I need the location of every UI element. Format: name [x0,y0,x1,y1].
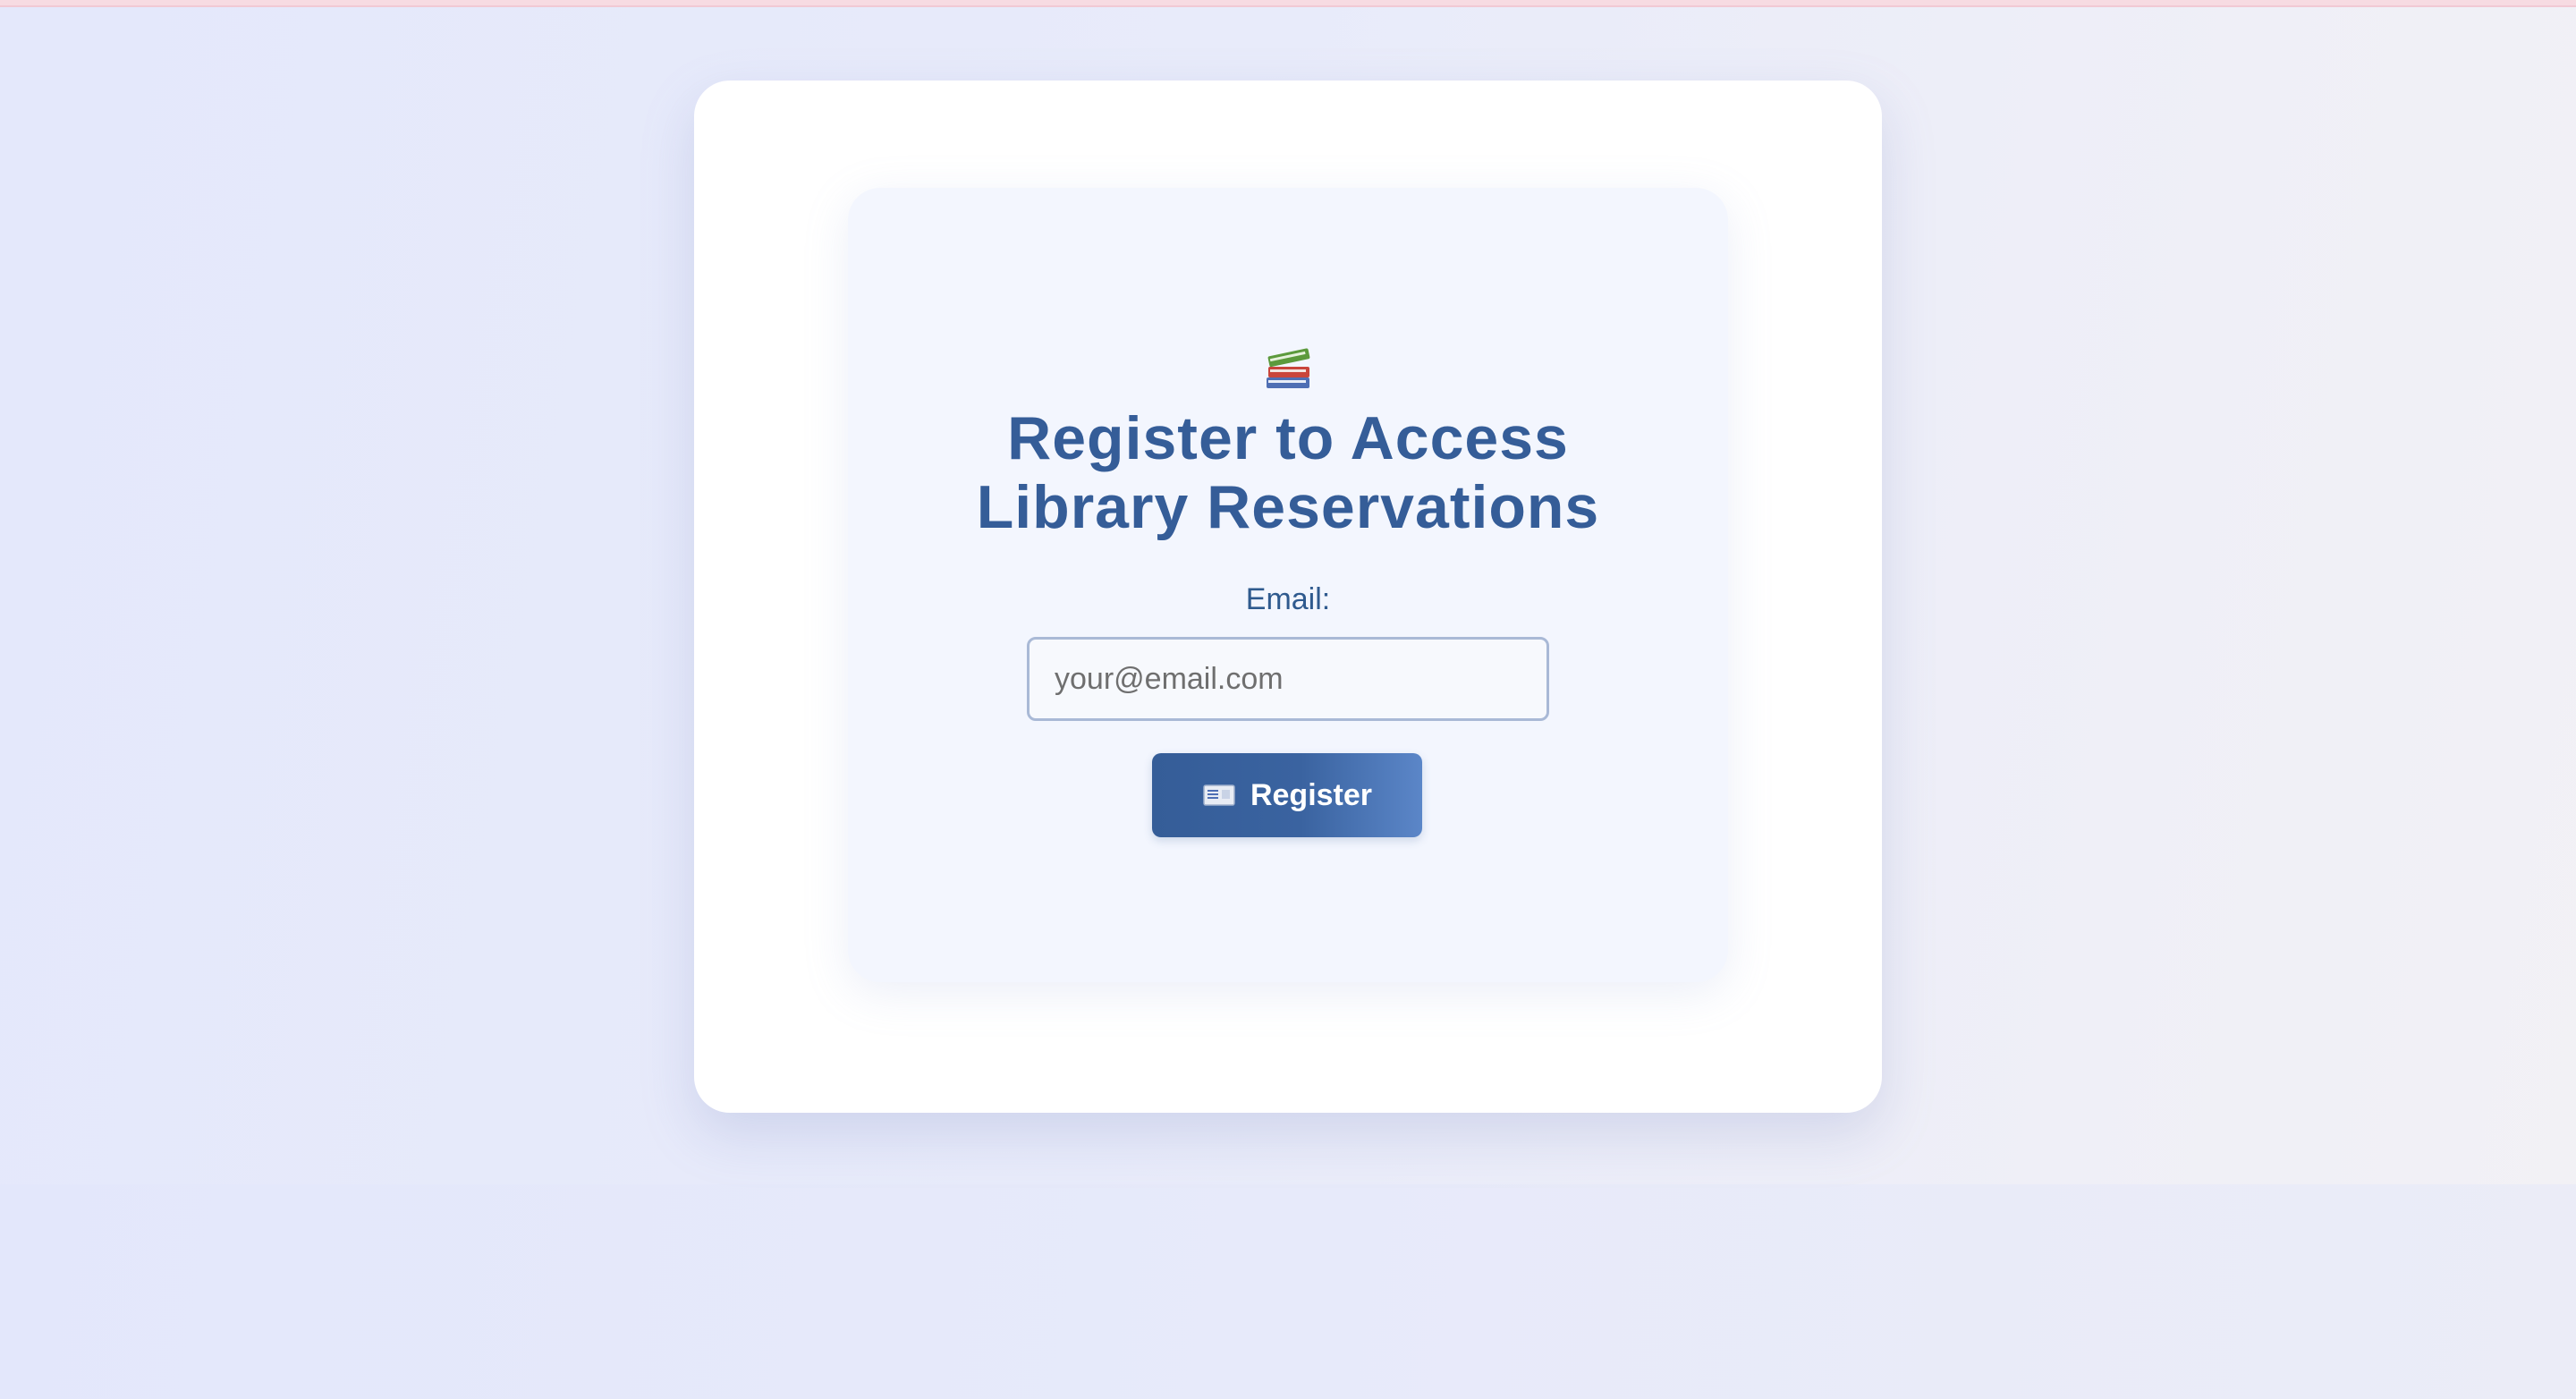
register-button-label: Register [1250,777,1373,812]
register-button[interactable]: Register [1152,753,1422,837]
email-field[interactable] [1027,637,1549,721]
envelope-icon [1202,782,1236,809]
email-label: Email: [1245,582,1331,616]
registration-card: Register to Access Library Reservations E… [694,81,1882,1113]
books-icon [848,338,1728,401]
page-background-band [0,1184,2576,1399]
top-strip [0,0,2576,7]
registration-panel: Register to Access Library Reservations E… [848,188,1728,982]
page-title: Register to Access Library Reservations [976,404,1600,541]
